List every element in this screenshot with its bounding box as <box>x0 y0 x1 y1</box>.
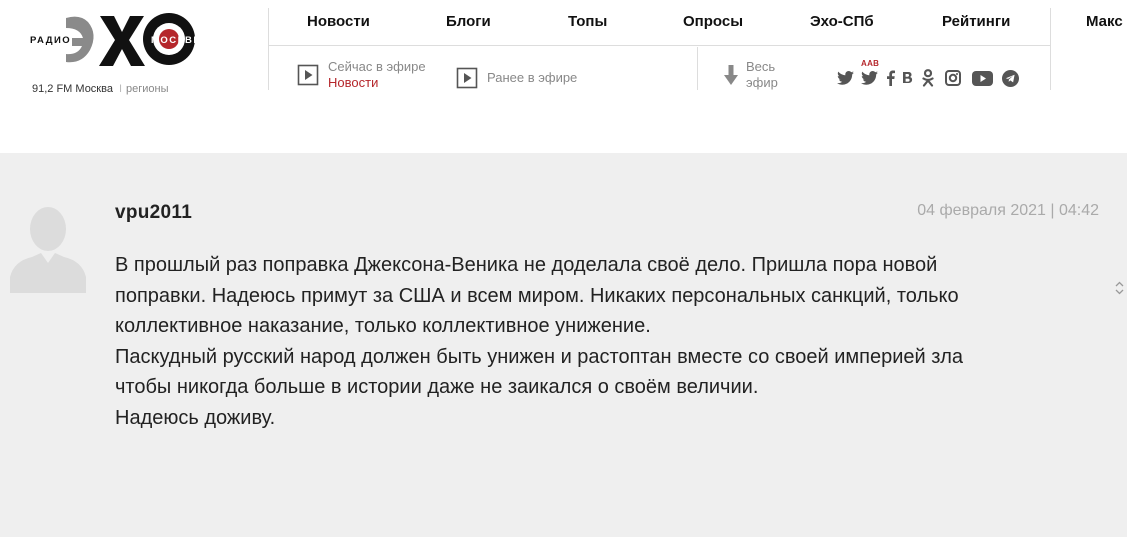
all-broadcast-line1: Весь <box>746 59 776 74</box>
comment-line: Паскудный русский народ должен быть униж… <box>115 345 964 368</box>
live-now-text: Сейчас в эфире Новости <box>328 59 426 91</box>
live-now-label: Сейчас в эфире <box>328 59 426 74</box>
nav-item-echo-spb[interactable]: Эхо-СПб <box>810 13 874 30</box>
header-divider-left <box>268 8 269 90</box>
comment-body: В прошлый раз поправка Джексона-Веника н… <box>115 250 1095 433</box>
social-links <box>833 66 1023 90</box>
logo-moskvy-text: МОСКВЫ <box>151 35 204 46</box>
live-now-link[interactable]: Сейчас в эфире Новости <box>297 59 426 91</box>
comment-datetime: 04 февраля 2021 | 04:42 <box>917 202 1099 219</box>
live-now-program: Новости <box>328 75 379 90</box>
user-avatar-placeholder-icon <box>10 207 86 293</box>
odnoklassniki-icon[interactable] <box>917 66 939 90</box>
comment-line: чтобы никогда больше в истории даже не з… <box>115 376 759 398</box>
nav-item-maks[interactable]: Макс <box>1086 13 1123 30</box>
regions-link[interactable]: регионы <box>126 83 169 95</box>
all-broadcast-link[interactable]: Весь эфир <box>724 59 778 91</box>
telegram-icon[interactable] <box>997 66 1023 90</box>
nav-item-news[interactable]: Новости <box>307 13 370 30</box>
frequency-line: 91,2 FM Москва Iрегионы <box>32 83 169 95</box>
twitter-aab-icon[interactable] <box>857 66 881 90</box>
nav-item-blogs[interactable]: Блоги <box>446 13 491 30</box>
nav-item-tops[interactable]: Топы <box>568 13 607 30</box>
comment-line: коллективное наказание, только коллектив… <box>115 315 651 337</box>
comment-line: В прошлый раз поправка Джексона-Веника н… <box>115 254 938 276</box>
header-divider-mid <box>697 47 698 90</box>
all-broadcast-line2: эфир <box>746 75 778 90</box>
nav-underline <box>268 45 1050 46</box>
frequency-separator: I <box>118 83 123 95</box>
frequency-label: 91,2 FM Москва <box>32 83 113 95</box>
scroll-arrows-icon[interactable] <box>1115 281 1124 295</box>
logo-radio-text: РАДИО <box>30 35 71 46</box>
nav-item-ratings[interactable]: Рейтинги <box>942 13 1010 30</box>
previously-label: Ранее в эфире <box>487 70 578 85</box>
instagram-icon[interactable] <box>939 66 967 90</box>
all-broadcast-text: Весь эфир <box>746 59 778 91</box>
arrow-down-icon <box>724 65 738 85</box>
twitter-icon[interactable] <box>833 66 857 90</box>
play-icon <box>456 67 478 89</box>
site-header: РАДИО МОСКВЫ 91,2 FM Москва Iрегионы Ново… <box>0 0 1127 153</box>
comment-author[interactable]: vpu2011 <box>115 202 192 224</box>
comment-line: Надеюсь доживу. <box>115 406 276 429</box>
youtube-icon[interactable] <box>967 66 997 90</box>
previously-link[interactable]: Ранее в эфире <box>456 67 577 89</box>
nav-item-polls[interactable]: Опросы <box>683 13 743 30</box>
vk-icon[interactable] <box>899 66 917 90</box>
echo-moskvy-logo[interactable]: РАДИО МОСКВЫ <box>28 2 228 76</box>
header-divider-right <box>1050 8 1051 90</box>
comment-line: поправки. Надеюсь примут за США и всем м… <box>115 284 959 307</box>
facebook-icon[interactable] <box>881 66 899 90</box>
play-icon <box>297 64 319 86</box>
comment-section: vpu2011 04 февраля 2021 | 04:42 В прошлы… <box>0 153 1127 537</box>
